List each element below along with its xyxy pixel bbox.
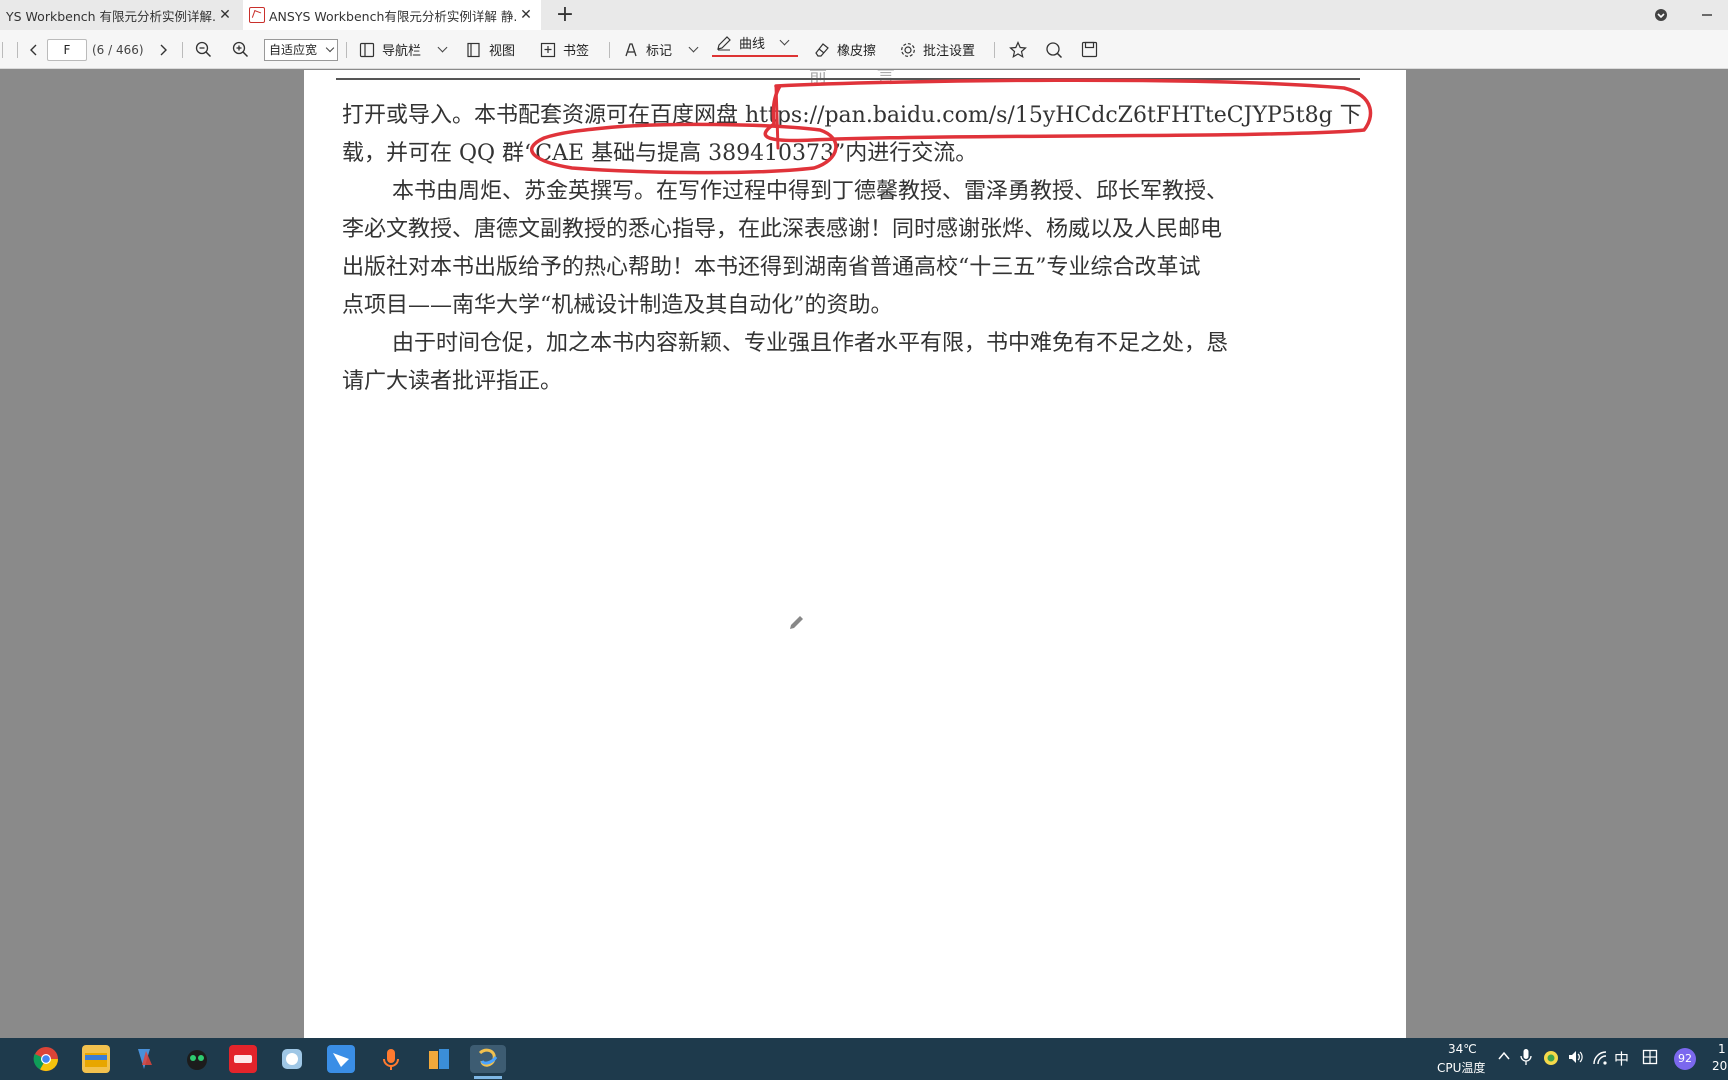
eraser-button[interactable]: 橡皮擦 xyxy=(814,30,876,69)
curve-tool-button[interactable]: 曲线 xyxy=(712,30,798,57)
zoom-mode-select[interactable]: 自适应宽 xyxy=(264,38,338,61)
zoom-mode-value: 自适应宽 xyxy=(269,42,318,57)
text-line: 李必文教授、唐德文副教授的悉心指导，在此深表感谢！同时感谢张烨、杨威以及人民邮电 xyxy=(342,217,1223,242)
clock-time[interactable]: 1 xyxy=(1718,1042,1726,1056)
page-input-wrap: F xyxy=(47,30,87,69)
star-icon xyxy=(1009,40,1027,58)
divider xyxy=(2,42,3,58)
chevron-down-icon[interactable] xyxy=(779,35,790,46)
chevron-left-icon xyxy=(30,44,37,55)
feishu-icon[interactable] xyxy=(327,1045,355,1073)
nav-pane-icon xyxy=(359,42,375,57)
chrome-icon[interactable] xyxy=(32,1045,60,1073)
pdf-icon xyxy=(249,7,265,23)
mark-tool-label: 标记 xyxy=(646,44,673,59)
search-button[interactable] xyxy=(1045,30,1063,69)
bookmark-button[interactable]: 书签 xyxy=(540,30,589,69)
url-circle-tail xyxy=(774,84,780,150)
favorite-button[interactable] xyxy=(1009,30,1027,69)
pdf-reader-taskbar-icon[interactable] xyxy=(470,1045,506,1079)
page-count: (6 / 466) xyxy=(92,42,144,57)
archive-app-icon[interactable] xyxy=(425,1045,453,1073)
view-button[interactable]: 视图 xyxy=(466,30,515,69)
minimize-icon[interactable] xyxy=(1692,0,1722,30)
close-icon[interactable]: ✕ xyxy=(216,7,234,23)
ink-annotations[interactable] xyxy=(304,70,1406,208)
text-line: 请广大读者批评指正。 xyxy=(342,369,563,394)
divider xyxy=(346,42,347,58)
gear-icon xyxy=(901,42,915,57)
youdao-icon[interactable] xyxy=(229,1045,257,1073)
file-explorer-icon[interactable] xyxy=(82,1045,110,1073)
pen-icon xyxy=(717,35,731,50)
bookmark-label: 书签 xyxy=(563,44,590,59)
chevron-down-icon[interactable] xyxy=(688,42,699,53)
microphone-icon[interactable] xyxy=(1520,1048,1532,1069)
cpu-temp-label: CPU温度 xyxy=(1437,1061,1486,1075)
text-line: 由于时间仓促，加之本书内容新颖、专业强且作者水平有限，书中难免有不足之处，恳 xyxy=(392,331,1229,356)
qq-group-circle-stroke xyxy=(530,122,838,175)
wifi-icon[interactable] xyxy=(1592,1050,1608,1069)
dropdown-circle-icon[interactable] xyxy=(1646,0,1676,30)
tab-label: YS Workbench 有限元分析实例详解... xyxy=(6,8,216,24)
chevron-down-icon[interactable] xyxy=(437,42,448,53)
page-number-input[interactable]: F xyxy=(47,38,87,61)
save-button[interactable] xyxy=(1081,30,1098,69)
tab-workbench-2[interactable]: ANSYS Workbench有限元分析实例详解 静... ✕ xyxy=(243,0,541,30)
chevron-right-icon xyxy=(160,44,167,55)
video-app-icon[interactable] xyxy=(183,1045,211,1073)
url-circle-stroke xyxy=(763,78,1373,143)
annotation-settings-button[interactable]: 批注设置 xyxy=(900,30,975,69)
nav-pane-label: 导航栏 xyxy=(382,44,422,59)
pencil-cursor-icon xyxy=(790,616,803,629)
tab-bar: YS Workbench 有限元分析实例详解... ✕ ANSYS Workbe… xyxy=(0,0,1728,30)
save-icon xyxy=(1081,41,1098,58)
eraser-label: 橡皮擦 xyxy=(837,44,877,59)
notification-badge[interactable]: 92 xyxy=(1674,1048,1696,1070)
zoom-in-button[interactable] xyxy=(232,30,249,69)
cpu-temp: 34℃ xyxy=(1448,1042,1477,1056)
ime-grid-icon[interactable] xyxy=(1642,1049,1658,1068)
nav-pane-button[interactable]: 导航栏 xyxy=(359,30,448,69)
curve-tool-label: 曲线 xyxy=(739,37,766,52)
chevron-down-icon xyxy=(325,43,335,52)
zoom-out-button[interactable] xyxy=(195,30,212,69)
text-line: 点项目——南华大学“机械设计制造及其自动化”的资助。 xyxy=(342,293,893,318)
prev-page-button[interactable] xyxy=(29,30,39,69)
app-icon[interactable] xyxy=(130,1045,158,1073)
clock-date[interactable]: 20 xyxy=(1712,1059,1727,1073)
document-viewport[interactable]: 前 言 打开或导入。本书配套资源可在百度网盘 https://pan.baidu… xyxy=(0,70,1728,1038)
close-icon[interactable]: ✕ xyxy=(517,7,535,23)
zoom-select-wrap: 自适应宽 xyxy=(264,30,338,69)
divider xyxy=(609,42,610,58)
divider xyxy=(182,42,183,58)
mark-tool-button[interactable]: 标记 xyxy=(623,30,699,69)
pdf-page[interactable]: 前 言 打开或导入。本书配套资源可在百度网盘 https://pan.baidu… xyxy=(304,70,1406,1038)
zoom-out-icon xyxy=(195,41,212,58)
volume-icon[interactable] xyxy=(1567,1049,1585,1068)
taskbar: 34℃ CPU温度 中 92 1 20 xyxy=(0,1038,1728,1080)
divider xyxy=(994,42,995,58)
ime-indicator[interactable]: 中 xyxy=(1614,1048,1629,1069)
view-label: 视图 xyxy=(489,44,516,59)
next-page-button[interactable] xyxy=(158,30,168,69)
pinwheel-app-icon[interactable] xyxy=(278,1045,306,1073)
network-status-icon[interactable] xyxy=(1542,1049,1560,1070)
microphone-app-icon[interactable] xyxy=(377,1045,405,1073)
search-icon xyxy=(1046,41,1063,58)
view-icon xyxy=(467,42,480,57)
active-indicator xyxy=(474,1076,502,1079)
bookmark-icon xyxy=(540,42,556,57)
tab-workbench-1[interactable]: YS Workbench 有限元分析实例详解... ✕ xyxy=(0,0,240,30)
pdf-toolbar: F (6 / 466) 自适应宽 导航栏 视图 书签 标记 曲线 橡皮擦 批注设… xyxy=(0,30,1728,69)
divider xyxy=(17,42,18,58)
zoom-in-icon xyxy=(232,41,249,58)
tray-chevron-up-icon[interactable] xyxy=(1497,1050,1511,1065)
text-line: 出版社对本书出版给予的热心帮助！本书还得到湖南省普通高校“十三五”专业综合改革试 xyxy=(342,255,1201,280)
highlighter-icon xyxy=(625,42,637,56)
tab-label: ANSYS Workbench有限元分析实例详解 静... xyxy=(269,8,517,24)
annotation-settings-label: 批注设置 xyxy=(923,44,976,59)
new-tab-button[interactable]: + xyxy=(554,2,576,28)
eraser-icon xyxy=(815,42,829,57)
